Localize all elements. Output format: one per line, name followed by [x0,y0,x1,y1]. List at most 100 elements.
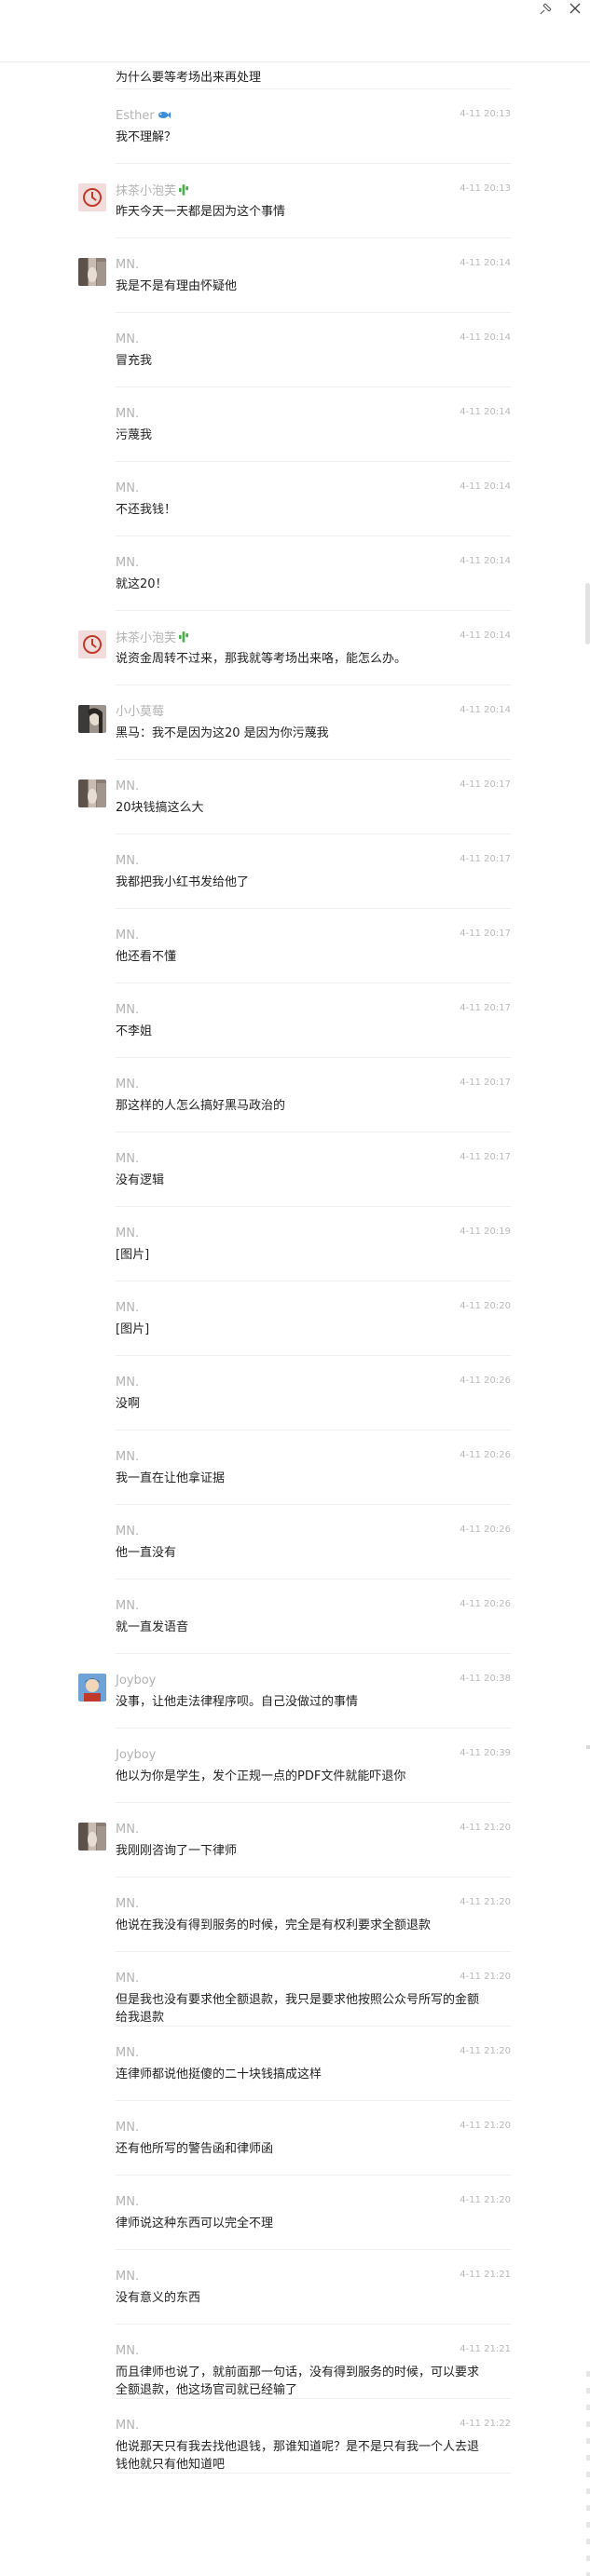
message-timestamp: 4-11 21:20 [460,2121,511,2131]
message-item[interactable]: MN. 4-11 20:17 他还看不懂 [0,909,590,983]
message-item[interactable]: Esther 4-11 20:13 我不理解？ [0,89,590,164]
message-item[interactable]: MN. 4-11 21:20 连律师都说他挺傻的二十块钱搞成这样 [0,2027,590,2101]
sender-name[interactable]: MN. [116,258,139,273]
close-icon[interactable] [568,1,583,16]
avatar[interactable] [78,780,106,807]
message-text: 没啊 [116,1397,141,1411]
message-item[interactable]: Joyboy 4-11 20:39 他以为你是学生，发个正规一点的PDF文件就能吓退… [0,1729,590,1803]
sender-name[interactable]: MN. [116,2419,139,2434]
message-item[interactable]: MN. 4-11 21:20 还有他所写的警告函和律师函 [0,2101,590,2176]
message-item[interactable]: MN. 4-11 20:14 污蔑我 [0,387,590,462]
message-item[interactable]: 小小莫莓 4-11 20:14 黑马：我不是因为这20 是因为你污蔑我 [0,685,590,760]
avatar[interactable] [78,258,106,286]
sender-name[interactable]: 抹茶小泡芙 [116,183,189,199]
message-item[interactable]: MN. 4-11 21:21 而且律师也说了，就前面那一句话，没有得到服务的时候，可… [0,2325,590,2399]
sender-name[interactable]: MN. [116,780,139,794]
message-timestamp: 4-11 20:14 [460,407,511,417]
sender-name[interactable]: MN. [116,1376,139,1390]
sender-name[interactable]: MN. [116,1897,139,1912]
sender-name[interactable]: 抹茶小泡芙 [116,630,189,646]
sender-name[interactable]: MN. [116,2195,139,2210]
message-item[interactable]: MN. 4-11 20:17 没有逻辑 [0,1132,590,1207]
sender-name[interactable]: MN. [116,929,139,943]
message-item[interactable]: MN. 4-11 20:14 不还我钱！ [0,462,590,536]
sender-name-text: MN. [116,1301,140,1315]
sender-name-text: MN. [116,2419,140,2433]
message-item[interactable]: MN. 4-11 20:14 就这20！ [0,536,590,611]
message-item[interactable]: MN. 4-11 20:26 他一直没有 [0,1505,590,1579]
message-item[interactable]: 抹茶小泡芙 4-11 20:13 昨天今天一天都是因为这个事情 [0,164,590,238]
avatar[interactable] [78,1823,106,1851]
scrollbar[interactable] [584,61,590,2576]
message-item[interactable]: Joyboy 4-11 20:38 没事，让他走法律程序呗。自己没做过的事情 [0,1654,590,1729]
message-item[interactable]: MN. 4-11 21:20 我刚刚咨询了一下律师 [0,1803,590,1878]
message-item[interactable]: MN. 4-11 21:20 律师说这种东西可以完全不理 [0,2176,590,2250]
message-item[interactable]: MN. 4-11 20:19 [图片] [0,1207,590,1281]
avatar[interactable] [78,630,106,658]
sender-name[interactable]: MN. [116,2344,139,2359]
sender-name[interactable]: MN. [116,1227,139,1241]
message-text: 我刚刚咨询了一下律师 [116,1844,238,1858]
message-text: 他一直没有 [116,1546,177,1560]
message-item[interactable]: MN. 4-11 20:17 不李姐 [0,983,590,1058]
sender-name-text: MN. [116,556,140,570]
message-item[interactable]: MN. 4-11 20:17 我都把我小红书发给他了 [0,834,590,909]
message-item[interactable]: MN. 4-11 20:14 冒充我 [0,313,590,387]
sender-name[interactable]: MN. [116,1450,139,1465]
sender-name[interactable]: MN. [116,1525,139,1539]
sender-name[interactable]: MN. [116,1823,139,1837]
message-item[interactable]: MN. 4-11 21:21 没有意义的东西 [0,2250,590,2325]
sender-name[interactable]: MN. [116,1003,139,1018]
sender-name[interactable]: MN. [116,332,139,347]
message-item[interactable]: 抹茶小泡芙 4-11 20:14 说资金周转不过来，那我就等考场出来咯，能怎么办。 [0,611,590,685]
message-timestamp: 4-11 21:20 [460,2046,511,2056]
message-item[interactable]: MN. 4-11 20:26 没啊 [0,1356,590,1430]
avatar[interactable] [78,183,106,211]
message-item[interactable]: MN. 4-11 21:20 他说在我没有得到服务的时候，完全是有权利要求全额退款 [0,1878,590,1952]
sender-name-text: 小小莫莓 [116,705,165,719]
sender-name[interactable]: MN. [116,407,139,422]
avatar[interactable] [78,1674,106,1702]
pin-icon[interactable] [538,2,553,17]
sender-name[interactable]: MN. [116,1078,139,1092]
chat-message-list[interactable]: 为什么要等考场出来再处理 Esther 4-11 20:13 我不理解？ 抹茶小泡芙 4-… [0,34,590,2474]
message-item[interactable]: MN. 4-11 21:22 他说那天只有我去找他退钱，那谁知道呢？是不是只有我一个… [0,2399,590,2474]
message-item[interactable]: MN. 4-11 20:26 就一直发语音 [0,1579,590,1654]
sender-name[interactable]: MN. [116,1972,139,1986]
sender-name-text: MN. [116,1152,140,1166]
message-timestamp: 4-11 21:21 [460,2344,511,2354]
message-item[interactable]: MN. 4-11 20:26 我一直在让他拿证据 [0,1430,590,1505]
sender-name[interactable]: Joyboy [116,1674,156,1688]
sender-name[interactable]: Esther [116,109,171,124]
sender-name[interactable]: Joyboy [116,1748,156,1763]
message-text: 还有他所写的警告函和律师函 [116,2142,274,2156]
sender-name[interactable]: MN. [116,1301,139,1316]
sender-name[interactable]: MN. [116,2121,139,2135]
message-item[interactable]: MN. 4-11 20:17 那这样的人怎么搞好黑马政治的 [0,1058,590,1132]
message-text: 我都把我小红书发给他了 [116,875,250,889]
sender-name[interactable]: MN. [116,854,139,869]
sender-name[interactable]: MN. [116,2270,139,2285]
sender-name-text: MN. [116,1599,140,1613]
sender-name-text: MN. [116,780,140,793]
sender-name[interactable]: MN. [116,2046,139,2061]
sender-name-text: MN. [116,2344,140,2358]
scrollbar-thumb[interactable] [585,583,590,644]
avatar[interactable] [78,705,106,733]
message-item[interactable]: MN. 4-11 20:14 我是不是有理由怀疑他 [0,238,590,313]
sender-name-text: MN. [116,2195,140,2209]
message-item[interactable]: MN. 4-11 20:17 20块钱搞这么大 [0,760,590,834]
message-timestamp: 4-11 20:26 [460,1376,511,1386]
sender-name[interactable]: MN. [116,481,139,496]
message-timestamp: 4-11 20:17 [460,1152,511,1162]
sender-name[interactable]: MN. [116,556,139,571]
message-item[interactable]: MN. 4-11 21:20 但是我也没有要求他全额退款，我只是要求他按照公众号所写… [0,1952,590,2027]
sender-name-text: MN. [116,1525,140,1539]
message-timestamp: 4-11 21:20 [460,1823,511,1833]
sender-name[interactable]: MN. [116,1599,139,1614]
message-text: 没有意义的东西 [116,2291,201,2305]
sender-name[interactable]: 小小莫莓 [116,705,164,720]
message-timestamp: 4-11 20:13 [460,183,511,194]
sender-name[interactable]: MN. [116,1152,139,1167]
message-item[interactable]: MN. 4-11 20:20 [图片] [0,1281,590,1356]
